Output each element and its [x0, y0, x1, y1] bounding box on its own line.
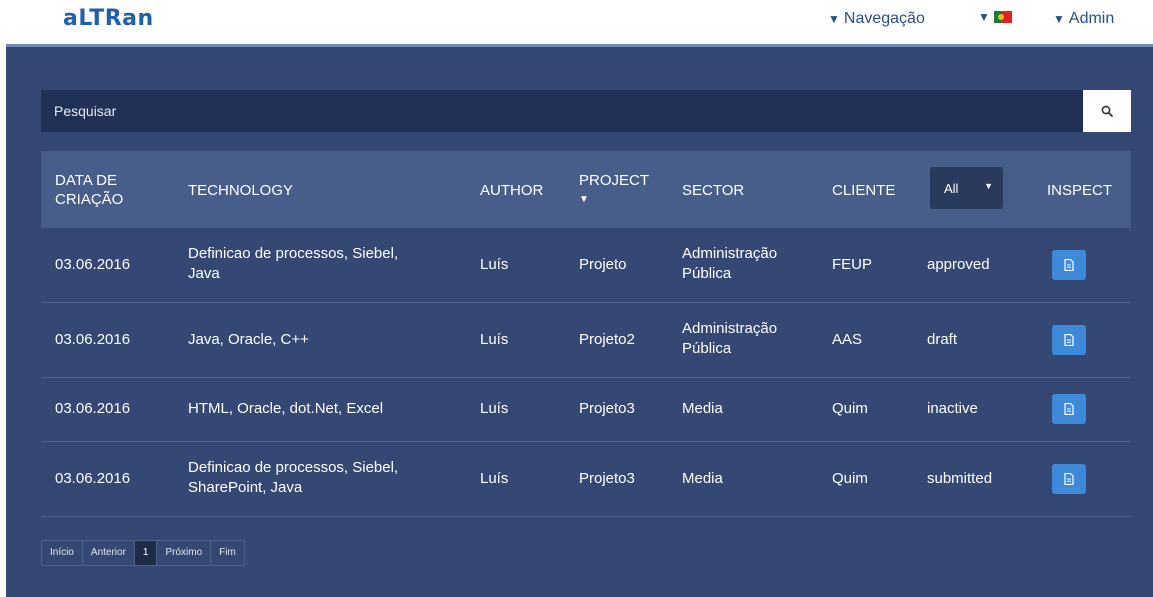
- cell-client: FEUP: [832, 256, 873, 273]
- navigation-menu-label: Navegação: [843, 10, 925, 27]
- header-client[interactable]: CLIENTE: [832, 181, 895, 200]
- inspect-button[interactable]: [1052, 325, 1086, 355]
- cell-date: 03.06.2016: [55, 470, 131, 487]
- header-sector[interactable]: SECTOR: [682, 181, 744, 200]
- search-bar: [41, 90, 1083, 132]
- cell-sector: Media: [682, 470, 723, 487]
- language-menu[interactable]: ▼: [978, 10, 1012, 24]
- cell-sector-line2: Pública: [682, 265, 732, 282]
- cell-technology: Definicao de processos, Siebel, SharePoi…: [188, 458, 398, 498]
- header-inspect: INSPECT: [1047, 182, 1113, 199]
- caret-down-icon: ▼: [978, 10, 990, 24]
- brand-logo[interactable]: aLTRan: [63, 6, 154, 31]
- header-author[interactable]: AUTHOR: [480, 181, 543, 200]
- cell-author: Luís: [480, 256, 509, 273]
- admin-menu[interactable]: ▼ Admin: [1053, 10, 1114, 28]
- cell-date: 03.06.2016: [55, 256, 131, 273]
- header-project-label: PROJECT: [579, 172, 650, 189]
- cell-author: Luís: [480, 400, 509, 417]
- inspect-button[interactable]: [1052, 464, 1086, 494]
- cell-date: 03.06.2016: [55, 400, 131, 417]
- cell-sector-line2: Pública: [682, 340, 732, 357]
- pagination-prev[interactable]: Anterior: [83, 541, 135, 565]
- header-project[interactable]: PROJECT ▼: [579, 171, 649, 209]
- cell-technology-line1: Definicao de processos, Siebel,: [188, 245, 399, 262]
- document-icon: [1064, 334, 1074, 346]
- cell-status: draft: [927, 331, 958, 348]
- header-technology[interactable]: TECHNOLOGY: [188, 181, 293, 200]
- cell-status: approved: [927, 256, 990, 273]
- cell-project: Projeto3: [579, 470, 635, 487]
- status-filter-value: All: [944, 180, 959, 196]
- pagination: Início Anterior 1 Próximo Fim: [41, 540, 245, 566]
- search-input[interactable]: [41, 102, 1056, 120]
- cell-sector: Administração Pública: [682, 244, 777, 284]
- pagination-last[interactable]: Fim: [211, 541, 244, 565]
- cell-technology-line2: SharePoint, Java: [188, 479, 303, 496]
- top-navbar: aLTRan ▼ Navegação ▼ ▼ Admin: [0, 0, 1153, 44]
- cell-author: Luís: [480, 470, 509, 487]
- cell-technology: Definicao de processos, Siebel, Java: [188, 244, 398, 284]
- cell-technology: HTML, Oracle, dot.Net, Excel: [188, 400, 384, 417]
- document-icon: [1064, 473, 1074, 485]
- header-date[interactable]: DATA DE CRIAÇÃO: [55, 171, 123, 209]
- table-row[interactable]: 03.06.2016 HTML, Oracle, dot.Net, Excel …: [41, 378, 1131, 442]
- cell-technology-line1: Definicao de processos, Siebel,: [188, 459, 399, 476]
- cell-project: Projeto3: [579, 400, 635, 417]
- navigation-menu[interactable]: ▼ Navegação: [828, 10, 925, 28]
- sort-caret-icon: ▼: [579, 194, 589, 205]
- caret-down-icon: ▼: [1053, 12, 1065, 26]
- portugal-flag-icon: [993, 11, 1012, 23]
- table-row[interactable]: 03.06.2016 Java, Oracle, C++ Luís Projet…: [41, 303, 1131, 378]
- cell-date: 03.06.2016: [55, 331, 131, 348]
- caret-down-icon: ▼: [828, 12, 840, 26]
- cell-status: submitted: [927, 470, 993, 487]
- search-button[interactable]: [1083, 90, 1131, 132]
- header-date-line2: CRIAÇÃO: [55, 191, 124, 208]
- inspect-button[interactable]: [1052, 394, 1086, 424]
- header-date-line1: DATA DE: [55, 172, 117, 189]
- cell-technology: Java, Oracle, C++: [188, 331, 309, 348]
- cell-project: Projeto2: [579, 331, 635, 348]
- cell-client: Quim: [832, 400, 868, 417]
- table-header: DATA DE CRIAÇÃO TECHNOLOGY AUTHOR PROJEC…: [41, 151, 1131, 228]
- cell-sector-line1: Administração: [682, 245, 778, 262]
- cell-client: Quim: [832, 470, 868, 487]
- status-filter-select[interactable]: All ▼: [930, 167, 1003, 209]
- inspect-button[interactable]: [1052, 250, 1086, 280]
- pagination-page-current[interactable]: 1: [134, 541, 158, 565]
- cell-sector: Administração Pública: [682, 319, 777, 359]
- pagination-first[interactable]: Início: [42, 541, 83, 565]
- cell-status: inactive: [927, 400, 978, 417]
- table-row[interactable]: 03.06.2016 Definicao de processos, Siebe…: [41, 228, 1131, 303]
- main-panel: DATA DE CRIAÇÃO TECHNOLOGY AUTHOR PROJEC…: [6, 44, 1153, 597]
- cell-client: AAS: [832, 331, 863, 348]
- cell-author: Luís: [480, 331, 509, 348]
- search-icon: [1101, 105, 1113, 117]
- cell-sector: Media: [682, 400, 723, 417]
- admin-menu-label: Admin: [1068, 10, 1115, 27]
- table-row[interactable]: 03.06.2016 Definicao de processos, Siebe…: [41, 442, 1131, 517]
- cell-technology-line2: Java: [188, 265, 220, 282]
- cell-sector-line1: Administração: [682, 320, 778, 337]
- pagination-next[interactable]: Próximo: [157, 541, 212, 565]
- caret-down-icon: ▼: [984, 181, 993, 191]
- document-icon: [1064, 259, 1074, 271]
- document-icon: [1064, 403, 1074, 415]
- cell-project: Projeto: [579, 256, 627, 273]
